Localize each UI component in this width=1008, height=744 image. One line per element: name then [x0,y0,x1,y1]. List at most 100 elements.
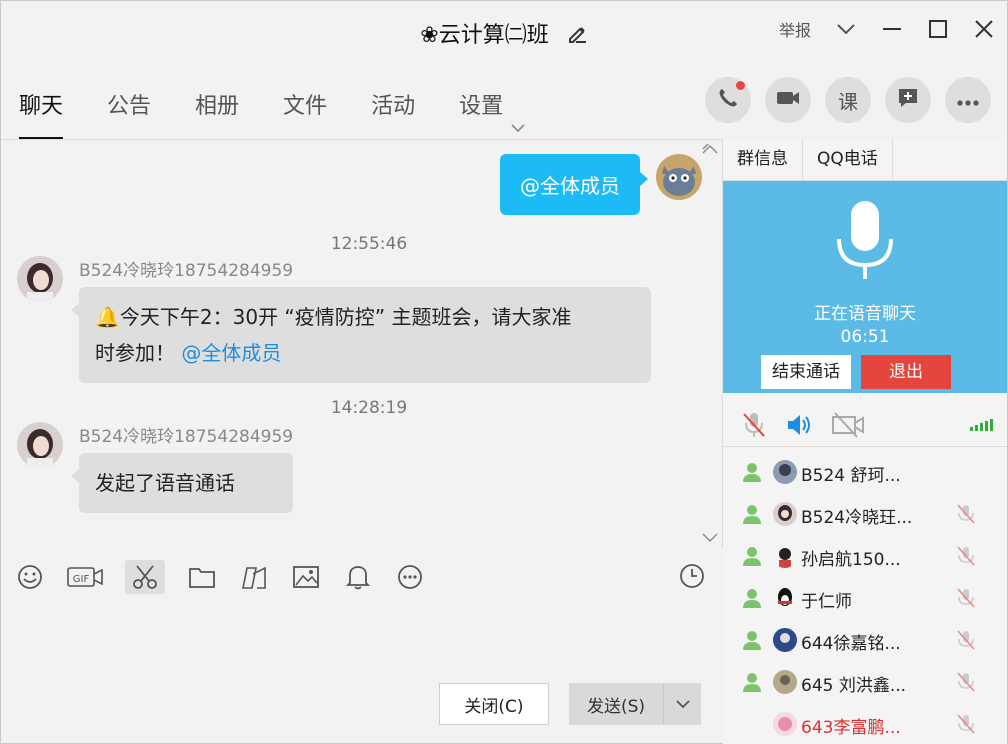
mic-muted-icon [955,713,977,739]
tab-files[interactable]: 文件 [273,85,337,139]
lesson-button[interactable]: 课 [825,77,871,123]
tab-activity[interactable]: 活动 [361,85,425,139]
tab-group-info[interactable]: 群信息 [723,139,803,180]
message-text: 今天下午2：30开 “疫情防控” 主题班会，请大家准 [119,305,572,329]
avatar [773,502,797,526]
minimize-button[interactable] [881,18,903,40]
mention-link[interactable]: @全体成员 [181,341,281,365]
tab-label: 相册 [195,94,240,119]
mic-muted-icon [955,545,977,571]
chevron-down-icon[interactable] [835,18,857,40]
title-bar: ❀云计算㈡班 举报 [1,1,1007,63]
list-item[interactable]: B524 舒珂... [723,451,1007,493]
close-window-button[interactable] [973,18,995,40]
avatar [773,712,797,736]
bell-icon[interactable] [343,562,373,592]
report-button[interactable]: 举报 [779,17,811,41]
close-button[interactable]: 关闭(C) [439,683,549,725]
self-avatar[interactable] [656,154,702,200]
tab-settings[interactable]: 设置 [449,85,535,139]
call-member-list: B524 舒珂... B524冷晓玨... 孙启航150... 于仁师 644徐… [723,451,1007,744]
message-bubble[interactable]: 🔔今天下午2：30开 “疫情防控” 主题班会，请大家准 时参加！ @全体成员 [71,287,651,383]
member-name: 于仁师 [801,592,852,612]
more-circle-icon[interactable] [395,562,425,592]
window-controls: 举报 [779,17,995,41]
tab-label: 公告 [107,94,152,119]
scissors-icon[interactable] [125,560,165,594]
send-button[interactable]: 发送(S) [569,683,701,725]
bell-emoji-icon: 🔔 [95,305,120,329]
add-message-icon [896,86,920,115]
end-call-button[interactable]: 结束通话 [761,355,851,389]
input-toolbar: GIF [1,557,723,597]
tab-label: 聊天 [19,94,64,119]
mic-muted-icon [955,629,977,655]
avatar [773,460,797,484]
scroll-down-icon[interactable] [702,531,718,547]
tab-label: 文件 [283,94,328,119]
window-title: ❀云计算㈡班 [420,23,549,48]
send-options-chevron-icon[interactable] [663,683,701,725]
qq-group-chat-window: ❀云计算㈡班 举报 聊天 公告 相册 文件 活动 设置 课 @全体成员 12:5… [0,0,1008,744]
shape-icon[interactable] [239,562,269,592]
phone-icon [716,86,740,115]
list-item[interactable]: 643李富鹏... [723,703,1007,744]
sender-avatar[interactable] [17,256,63,302]
video-call-button[interactable] [765,77,811,123]
message-bubble[interactable]: 发起了语音通话 [70,453,294,513]
message-input[interactable] [1,601,723,671]
edit-icon[interactable] [566,22,588,50]
exit-call-button[interactable]: 退出 [861,355,951,389]
message-text: 时参加！ [95,341,175,365]
emoji-icon[interactable] [15,562,45,592]
tab-label: 活动 [371,94,416,119]
lesson-icon: 课 [838,89,858,114]
more-button[interactable] [945,77,991,123]
image-icon[interactable] [291,562,321,592]
right-panel: 群信息 QQ电话 正在语音聊天 06:51 结束通话 退出 B524 舒珂...… [723,139,1007,744]
chat-history[interactable]: @全体成员 12:55:46 B524冷晓玲18754284959 🔔今天下午2… [1,139,723,549]
member-name: 645 刘洪鑫... [801,676,907,696]
person-icon [741,629,763,655]
speaker-icon[interactable] [785,411,813,443]
member-name: B524 舒珂... [801,466,901,486]
folder-icon[interactable] [187,562,217,592]
list-item[interactable]: 于仁师 [723,577,1007,619]
camera-off-icon[interactable] [831,411,865,443]
person-icon [741,587,763,613]
clock-icon[interactable] [677,561,707,591]
person-icon [741,671,763,697]
sender-name: B524冷晓玲18754284959 [79,427,294,447]
gif-icon[interactable]: GIF [67,562,103,592]
phone-call-button[interactable] [705,77,751,123]
member-name: B524冷晓玨... [801,508,913,528]
chat-message: B524冷晓玲18754284959 发起了语音通话 [17,422,294,513]
tab-chat[interactable]: 聊天 [9,85,73,139]
send-label: 发送(S) [586,696,646,717]
sender-avatar[interactable] [17,422,63,468]
mic-muted-icon[interactable] [741,411,767,443]
list-item[interactable]: B524冷晓玨... [723,493,1007,535]
timestamp: 12:55:46 [330,234,408,254]
signal-strength-icon [970,419,993,431]
tab-label: 设置 [459,94,504,119]
scroll-up-icon[interactable] [702,141,718,158]
voice-call-card: 正在语音聊天 06:51 结束通话 退出 [723,181,1007,393]
avatar [773,544,797,568]
avatar [773,670,797,694]
mic-muted-icon [955,671,977,697]
self-message-bubble[interactable]: @全体成员 [500,154,648,215]
right-tabs: 群信息 QQ电话 [723,139,1007,181]
timestamp: 14:28:19 [330,398,408,418]
mic-muted-icon [955,503,977,529]
mic-muted-icon [955,587,977,613]
maximize-button[interactable] [927,18,949,40]
list-item[interactable]: 孙启航150... [723,535,1007,577]
tab-album[interactable]: 相册 [185,85,249,139]
list-item[interactable]: 644徐嘉铭... [723,619,1007,661]
person-icon [741,545,763,571]
list-item[interactable]: 645 刘洪鑫... [723,661,1007,703]
tab-qq-call[interactable]: QQ电话 [803,139,893,180]
tab-announcement[interactable]: 公告 [97,85,161,139]
add-message-button[interactable] [885,77,931,123]
